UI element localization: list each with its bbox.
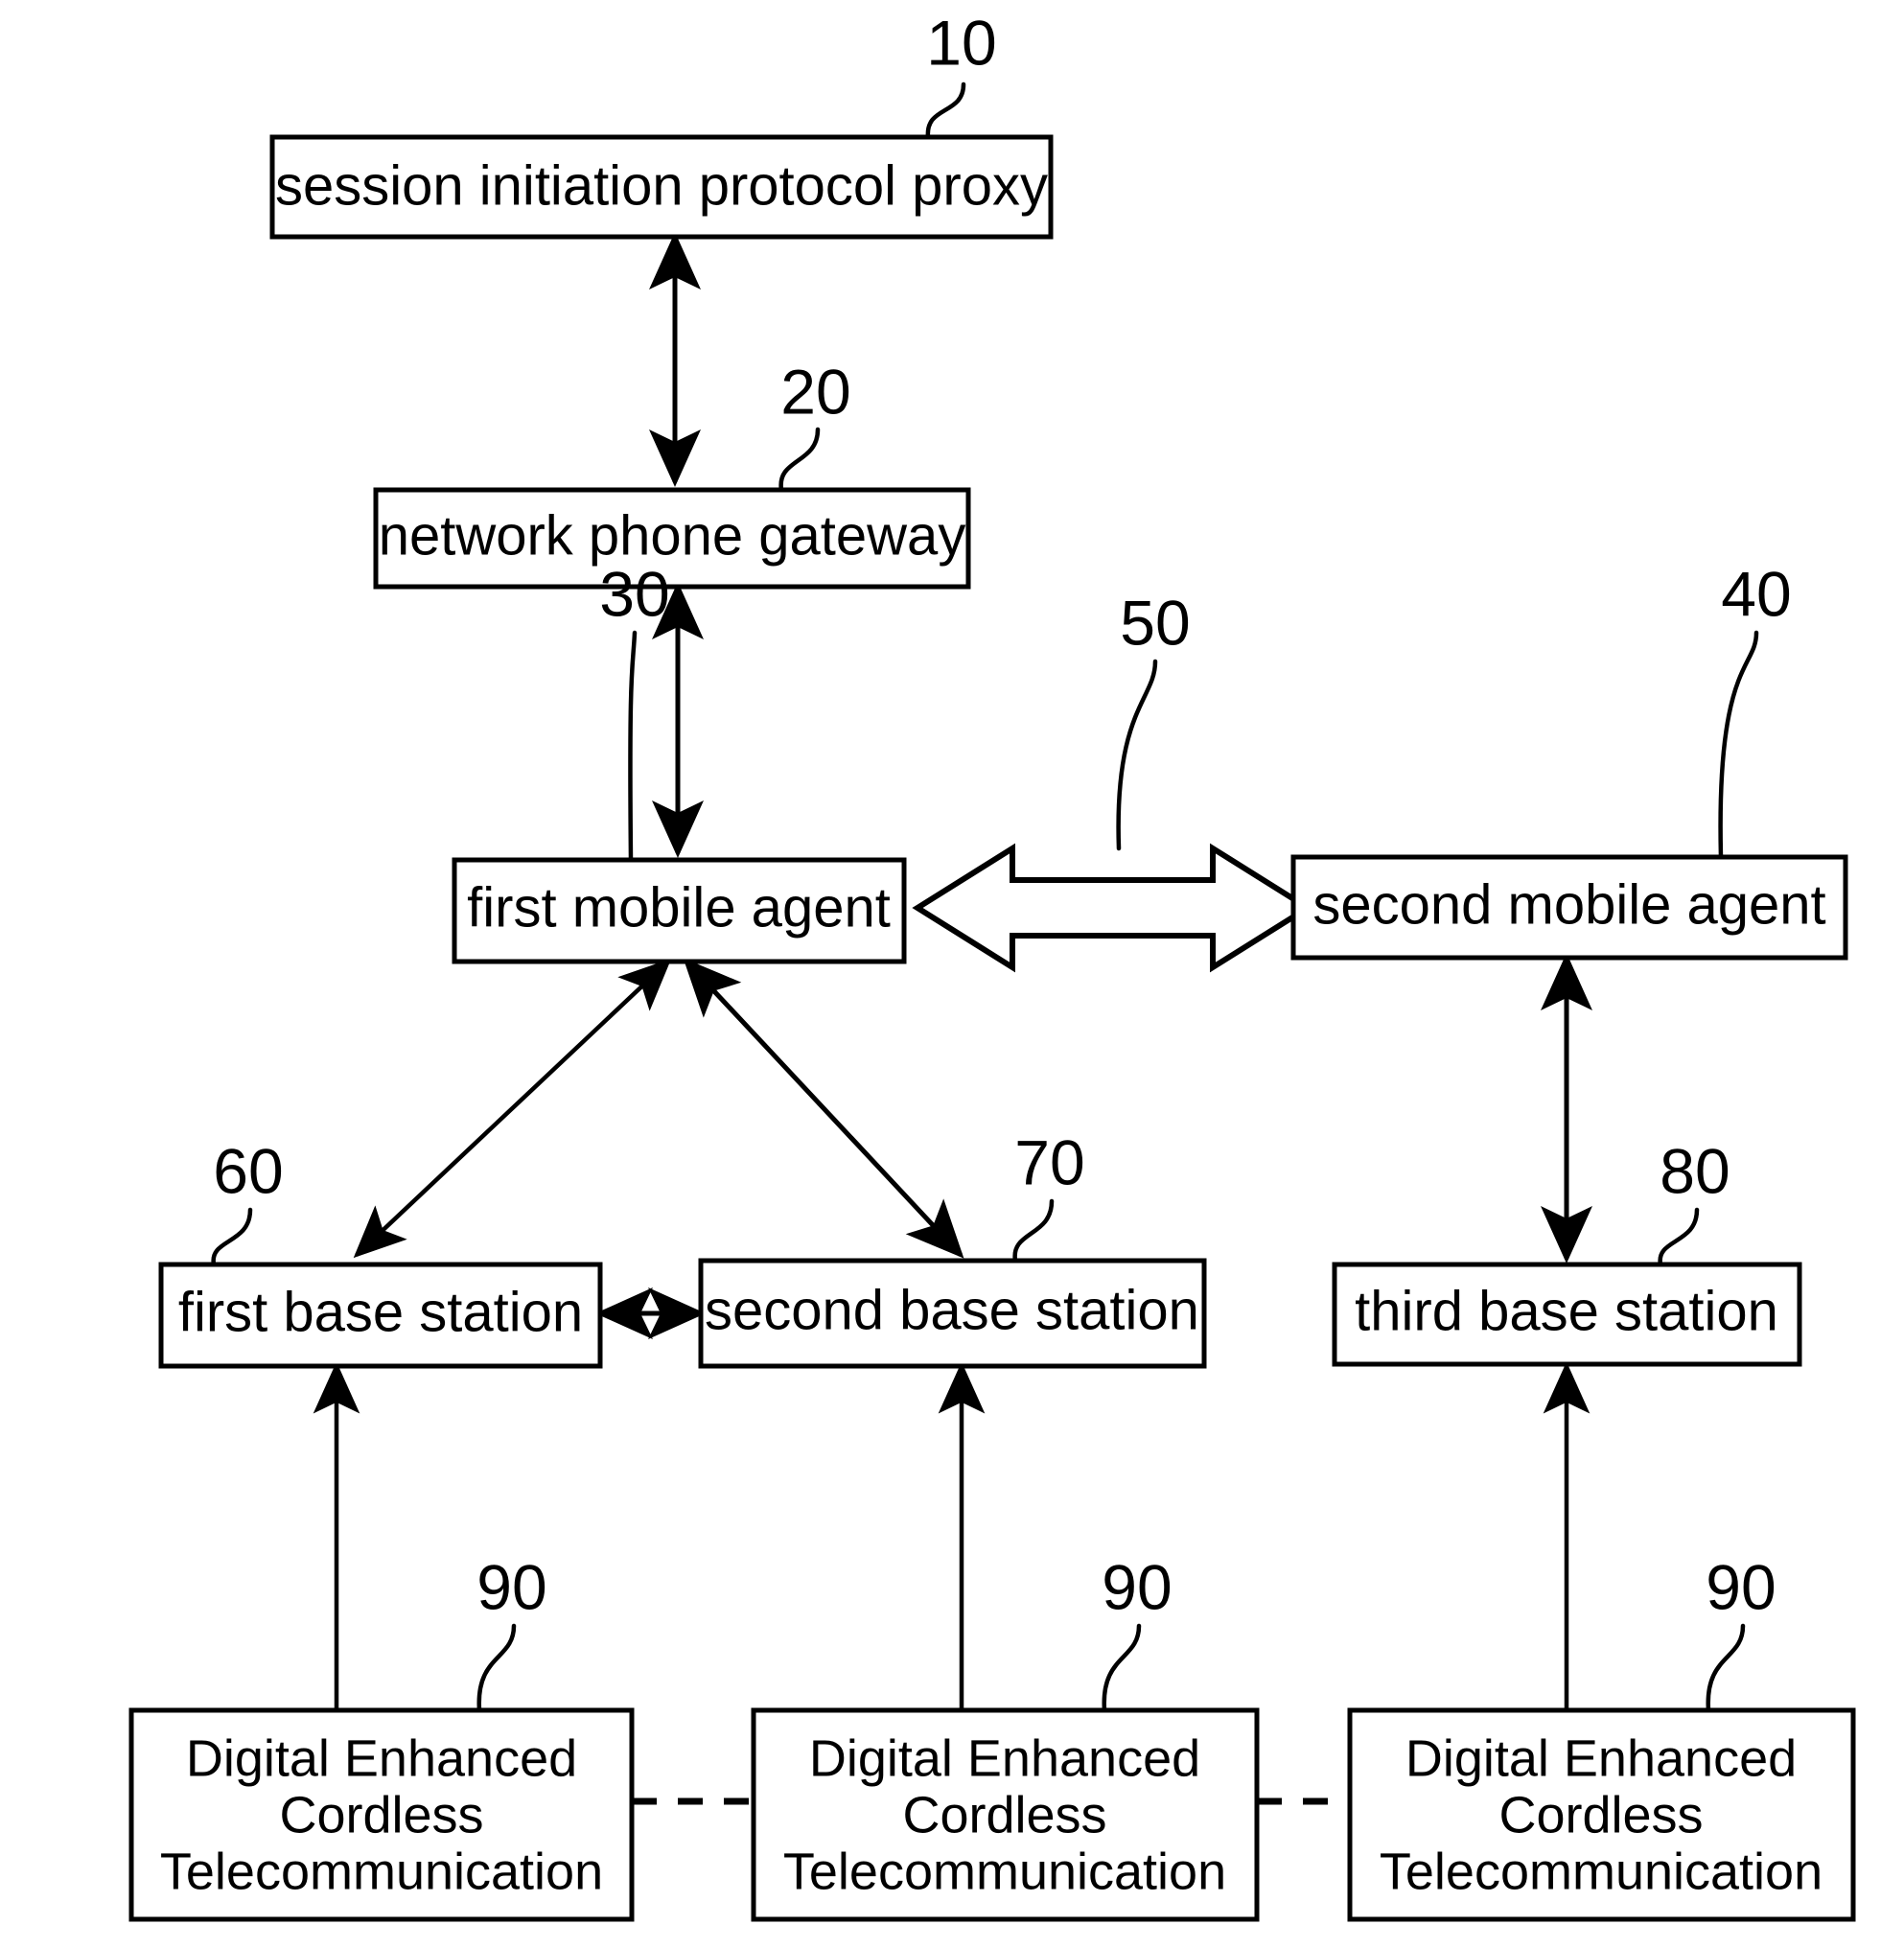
ref-number-50: 50 (1120, 587, 1190, 658)
connector-first-agent-to-second-agent (912, 843, 1313, 973)
figure-canvas: session initiation protocol proxy networ… (128, 7, 1856, 1922)
leader-line-60 (211, 1207, 253, 1267)
node-dect-two-line-3: Telecommunication (783, 1843, 1226, 1900)
node-third-base-station-label: third base station (1355, 1280, 1778, 1342)
ref-number-80: 80 (1660, 1135, 1730, 1206)
ref-number-70: 70 (1014, 1126, 1084, 1197)
patent-figure: session initiation protocol proxy networ… (0, 0, 1904, 1948)
leader-line-80 (1658, 1207, 1700, 1267)
node-first-mobile-agent-label: first mobile agent (467, 876, 891, 939)
leader-line-70 (1012, 1198, 1055, 1264)
ref-number-30: 30 (599, 558, 669, 629)
leader-line-20 (778, 427, 821, 493)
ref-number-90-three: 90 (1706, 1551, 1776, 1622)
ref-number-40: 40 (1721, 558, 1791, 629)
node-dect-three-line-1: Digital Enhanced (1405, 1729, 1797, 1787)
leader-line-90-two (1102, 1623, 1142, 1713)
node-dect-two-line-2: Cordless (902, 1786, 1106, 1844)
ref-number-90-one: 90 (476, 1551, 546, 1622)
ref-number-90-two: 90 (1102, 1551, 1172, 1622)
node-second-base-station-label: second base station (705, 1279, 1199, 1341)
connector-first-agent-to-second-base-station (683, 958, 964, 1259)
node-dect-one-line-3: Telecommunication (160, 1843, 603, 1900)
leader-line-90-one (476, 1623, 517, 1713)
node-dect-two-line-1: Digital Enhanced (809, 1729, 1200, 1787)
node-dect-one-line-1: Digital Enhanced (186, 1729, 577, 1787)
node-network-gateway-label: network phone gateway (379, 504, 966, 567)
leader-line-30 (628, 630, 638, 863)
leader-line-40 (1718, 630, 1759, 860)
leader-line-90-three (1706, 1623, 1746, 1713)
node-first-base-station-label: first base station (178, 1281, 583, 1343)
node-second-mobile-agent-label: second mobile agent (1312, 873, 1825, 936)
node-dect-three-line-3: Telecommunication (1380, 1843, 1823, 1900)
node-sip-proxy-label: session initiation protocol proxy (275, 154, 1048, 217)
ref-number-60: 60 (213, 1135, 283, 1206)
ref-number-10: 10 (926, 7, 996, 78)
node-dect-one-line-2: Cordless (279, 1786, 483, 1844)
connector-first-agent-to-first-base-station (353, 958, 672, 1259)
ref-number-20: 20 (780, 356, 850, 427)
leader-line-50 (1116, 659, 1158, 851)
leader-line-10 (925, 81, 966, 140)
node-dect-three-line-2: Cordless (1498, 1786, 1703, 1844)
